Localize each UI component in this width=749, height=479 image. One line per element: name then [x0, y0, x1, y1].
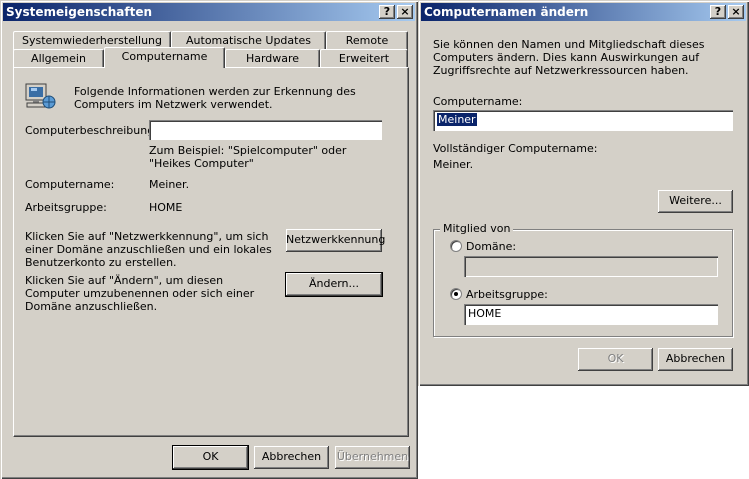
tab-computername[interactable]: Computername	[104, 47, 225, 68]
rename-ok-button[interactable]: OK	[578, 348, 653, 371]
computername-input[interactable]: Meiner	[433, 110, 733, 131]
computer-icon	[25, 83, 56, 109]
close-button[interactable]: ×	[397, 5, 413, 19]
rename-close-button[interactable]: ×	[728, 5, 744, 19]
tab-panel: Folgende Informationen werden zur Erkenn…	[13, 67, 409, 437]
more-button[interactable]: Weitere...	[658, 190, 733, 213]
member-of-legend: Mitglied von	[440, 222, 514, 235]
full-name-value: Meiner.	[433, 158, 474, 171]
tab-remote[interactable]: Remote	[326, 31, 408, 50]
computername-label: Computername:	[25, 178, 115, 191]
cancel-button[interactable]: Abbrechen	[254, 446, 329, 469]
apply-button[interactable]: Übernehmen	[335, 446, 410, 469]
full-name-label: Vollständiger Computername:	[433, 142, 598, 155]
network-text: Klicken Sie auf "Netzwerkkennung", um si…	[25, 230, 272, 269]
radio-selected-dot	[454, 292, 458, 296]
description-input[interactable]	[149, 120, 382, 140]
workgroup-radio-label[interactable]: Arbeitsgruppe:	[466, 288, 548, 301]
window-title: Systemeigenschaften	[6, 5, 153, 19]
network-id-button[interactable]: Netzwerkkennung	[286, 229, 385, 252]
rename-cancel-button[interactable]: Abbrechen	[658, 348, 733, 371]
example-text: Zum Beispiel: "Spielcomputer" oder "Heik…	[149, 144, 347, 170]
ok-button[interactable]: OK	[172, 445, 249, 470]
rename-titlebar[interactable]: Computernamen ändern ? ×	[421, 3, 746, 21]
system-properties-titlebar[interactable]: Systemeigenschaften ? ×	[3, 3, 415, 21]
domain-radio[interactable]	[450, 240, 462, 252]
workgroup-label: Arbeitsgruppe:	[25, 201, 107, 214]
intro-text: Folgende Informationen werden zur Erkenn…	[74, 85, 356, 111]
domain-label[interactable]: Domäne:	[466, 240, 516, 253]
workgroup-value: HOME	[149, 201, 183, 214]
workgroup-radio[interactable]	[450, 288, 462, 300]
help-button[interactable]: ?	[379, 5, 395, 19]
computername-input-value: Meiner	[437, 113, 477, 126]
domain-input[interactable]	[464, 256, 718, 277]
change-button[interactable]: Ändern...	[285, 272, 383, 297]
rename-intro-text: Sie können den Namen und Mitgliedschaft …	[433, 38, 705, 77]
tab-allgemein[interactable]: Allgemein	[13, 49, 104, 68]
rename-help-button[interactable]: ?	[710, 5, 726, 19]
change-text: Klicken Sie auf "Ändern", um diesen Comp…	[25, 274, 255, 313]
system-properties-window: Systemeigenschaften ? × Systemwiederhers…	[0, 0, 418, 479]
tab-erweitert[interactable]: Erweitert	[320, 49, 408, 68]
tab-hardware[interactable]: Hardware	[225, 49, 320, 68]
rename-computer-window: Computernamen ändern ? × Sie können den …	[418, 0, 749, 386]
computername-value: Meiner.	[149, 178, 190, 191]
computername-field-label: Computername:	[433, 95, 523, 108]
description-label: Computerbeschreibung:	[25, 124, 158, 137]
workgroup-input[interactable]: HOME	[464, 304, 718, 325]
rename-window-title: Computernamen ändern	[424, 5, 589, 19]
